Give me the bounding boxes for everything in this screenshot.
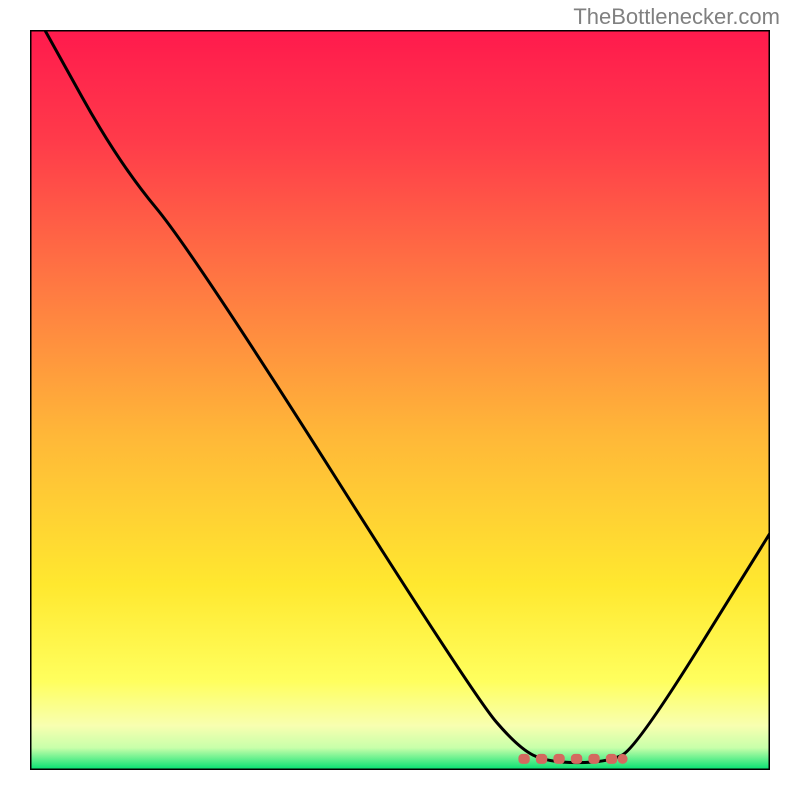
chart-area [30, 30, 770, 770]
watermark-text: TheBottlenecker.com [573, 4, 780, 30]
gradient-background [30, 30, 770, 770]
chart-svg [30, 30, 770, 770]
